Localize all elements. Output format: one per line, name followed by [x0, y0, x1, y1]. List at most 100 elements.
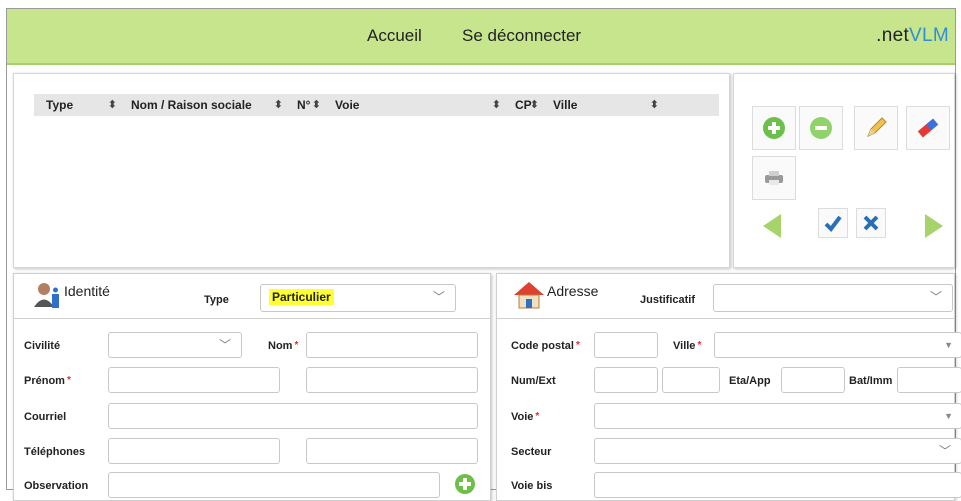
- column-header-ville[interactable]: Ville ⬍: [541, 94, 661, 116]
- table-header: Type ⬍ Nom / Raison sociale ⬍ N° ⬍ Voie …: [34, 94, 719, 116]
- column-label-ville: Ville: [553, 98, 578, 112]
- print-button[interactable]: [752, 156, 796, 200]
- adresse-header: Adresse Justificatif ﹀: [497, 274, 954, 314]
- nav-link-accueil[interactable]: Accueil: [367, 26, 422, 46]
- num-input[interactable]: [594, 367, 658, 393]
- dropdown-arrow-icon: ▼: [944, 411, 953, 421]
- telephone1-input[interactable]: [108, 438, 280, 464]
- column-header-cp[interactable]: CP ⬍: [503, 94, 541, 116]
- nom-label: Nom *: [268, 340, 298, 352]
- house-icon: [514, 282, 544, 309]
- required-asterisk: *: [294, 340, 299, 351]
- voie-label-text: Voie: [511, 411, 534, 423]
- adresse-title: Adresse: [547, 283, 599, 299]
- bat-imm-input[interactable]: [897, 367, 961, 393]
- ville-label: Ville *: [673, 340, 701, 352]
- nom-input[interactable]: [306, 332, 478, 358]
- prenom-label: Prénom *: [24, 375, 71, 387]
- print-icon: [765, 171, 783, 185]
- divider: [497, 318, 954, 319]
- next-button[interactable]: [912, 204, 956, 248]
- courriel-label: Courriel: [24, 411, 67, 423]
- remove-icon: [810, 117, 832, 139]
- voie-bis-input[interactable]: [594, 472, 961, 498]
- column-header-voie[interactable]: Voie ⬍: [323, 94, 503, 116]
- column-label-voie: Voie: [335, 98, 360, 112]
- civilite-label: Civilité: [24, 340, 61, 352]
- sort-icon[interactable]: ⬍: [312, 94, 321, 116]
- person-info-icon: [34, 283, 59, 308]
- chevron-down-icon: ﹀: [432, 290, 445, 304]
- secteur-select[interactable]: ﹀: [594, 438, 961, 464]
- sort-icon[interactable]: ⬍: [530, 94, 539, 116]
- observation-label: Observation: [24, 480, 89, 492]
- type-select[interactable]: Particulier ﹀: [260, 284, 456, 312]
- identite-panel: Identité Type Particulier ﹀ Civilité ﹀ N…: [13, 273, 491, 501]
- logo-vlm: VLM: [909, 25, 949, 46]
- civilite-select[interactable]: ﹀: [108, 332, 242, 358]
- ville-select[interactable]: ▼: [714, 332, 961, 358]
- courriel-input[interactable]: [108, 403, 478, 429]
- cancel-x-icon: [863, 215, 879, 231]
- nom-label-text: Nom: [268, 340, 293, 352]
- top-navigation-bar: Accueil Se déconnecter .netVLM: [7, 9, 955, 65]
- logo-net: .net: [876, 25, 910, 46]
- add-icon: [763, 117, 785, 139]
- ville-label-text: Ville: [673, 340, 696, 352]
- action-toolbar: [733, 73, 955, 268]
- previous-button[interactable]: [750, 204, 794, 248]
- code-postal-input[interactable]: [594, 332, 658, 358]
- remove-button[interactable]: [799, 106, 843, 150]
- prenom-label-text: Prénom: [24, 375, 65, 387]
- adresse-panel: Adresse Justificatif ﹀ Code postal * Vill…: [496, 273, 961, 501]
- secteur-label: Secteur: [511, 446, 552, 458]
- prenom2-input[interactable]: [306, 367, 478, 393]
- add-icon[interactable]: [454, 473, 476, 495]
- justificatif-label: Justificatif: [640, 294, 696, 306]
- sort-icon[interactable]: ⬍: [108, 94, 117, 116]
- observation-input[interactable]: [108, 472, 440, 498]
- voie-label: Voie *: [511, 411, 539, 423]
- cancel-button[interactable]: [856, 208, 886, 238]
- eta-app-label: Eta/App: [729, 375, 771, 387]
- app-window: Accueil Se déconnecter .netVLM Type ⬍ No…: [6, 8, 961, 501]
- app-logo: .netVLM: [876, 25, 949, 47]
- telephone2-input[interactable]: [306, 438, 478, 464]
- type-label: Type: [204, 294, 229, 306]
- results-table-panel: Type ⬍ Nom / Raison sociale ⬍ N° ⬍ Voie …: [13, 73, 730, 268]
- sort-icon[interactable]: ⬍: [274, 94, 283, 116]
- pencil-icon: [867, 117, 887, 137]
- eta-app-input[interactable]: [781, 367, 845, 393]
- eraser-button[interactable]: [906, 106, 950, 150]
- required-asterisk: *: [535, 411, 540, 422]
- validate-button[interactable]: [818, 208, 848, 238]
- sort-icon[interactable]: ⬍: [492, 94, 501, 116]
- required-asterisk: *: [66, 375, 71, 386]
- column-header-numero[interactable]: N° ⬍: [285, 94, 323, 116]
- divider: [14, 318, 490, 319]
- nav-link-logout[interactable]: Se déconnecter: [462, 26, 581, 46]
- column-header-type[interactable]: Type ⬍: [34, 94, 119, 116]
- dropdown-arrow-icon: ▼: [944, 340, 953, 350]
- code-postal-label-text: Code postal: [511, 340, 574, 352]
- voie-select[interactable]: ▼: [594, 403, 961, 429]
- required-asterisk: *: [575, 340, 580, 351]
- sort-icon[interactable]: ⬍: [650, 94, 659, 116]
- telephones-label: Téléphones: [24, 446, 86, 458]
- add-button[interactable]: [752, 106, 796, 150]
- chevron-down-icon: ﹀: [938, 444, 951, 458]
- ext-input[interactable]: [662, 367, 720, 393]
- column-label-numero: N°: [297, 98, 311, 112]
- prenom-input[interactable]: [108, 367, 280, 393]
- identite-title: Identité: [64, 283, 110, 299]
- identite-header: Identité Type Particulier ﹀: [14, 274, 490, 314]
- edit-button[interactable]: [854, 106, 898, 150]
- chevron-down-icon: ﹀: [929, 290, 942, 304]
- column-label-nom: Nom / Raison sociale: [131, 98, 252, 112]
- eraser-icon: [917, 118, 939, 138]
- code-postal-label: Code postal *: [511, 340, 580, 352]
- column-header-nom[interactable]: Nom / Raison sociale ⬍: [119, 94, 285, 116]
- bat-imm-label: Bat/Imm: [849, 375, 893, 387]
- justificatif-select[interactable]: ﹀: [713, 284, 953, 312]
- num-ext-label: Num/Ext: [511, 375, 556, 387]
